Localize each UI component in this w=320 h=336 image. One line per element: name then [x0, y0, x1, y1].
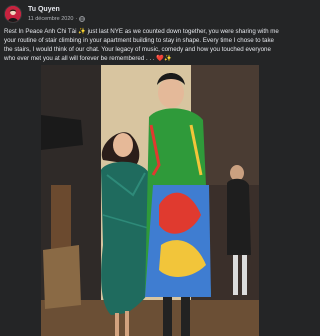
caption-line: Rest In Peace Anh Chi Tài ✨ just last NY…: [4, 28, 279, 35]
photo-margin-right: [259, 65, 300, 336]
author-name[interactable]: Tu Quyen: [28, 6, 60, 13]
caption-line: who ever met you at all will forever be …: [4, 55, 172, 62]
post-caption: Rest In Peace Anh Chi Tài ✨ just last NY…: [4, 27, 296, 63]
author-avatar[interactable]: [4, 5, 22, 23]
post-header: Tu Quyen 11 décembre 2020 ·: [4, 5, 296, 25]
post-meta: 11 décembre 2020 ·: [28, 16, 86, 22]
avatar-image: [5, 6, 21, 22]
post-photo[interactable]: [41, 65, 259, 336]
photo-illustration: [41, 65, 259, 336]
globe-icon: [79, 16, 86, 22]
meta-separator: ·: [75, 16, 78, 22]
caption-line: your routine of stair climbing in your a…: [4, 37, 274, 44]
photo-margin-left: [0, 65, 41, 336]
facebook-post: Tu Quyen 11 décembre 2020 · Rest In Peac…: [0, 0, 300, 336]
caption-line: the stairs, I would think of our chat. Y…: [4, 46, 271, 53]
post-date[interactable]: 11 décembre 2020: [28, 16, 73, 22]
